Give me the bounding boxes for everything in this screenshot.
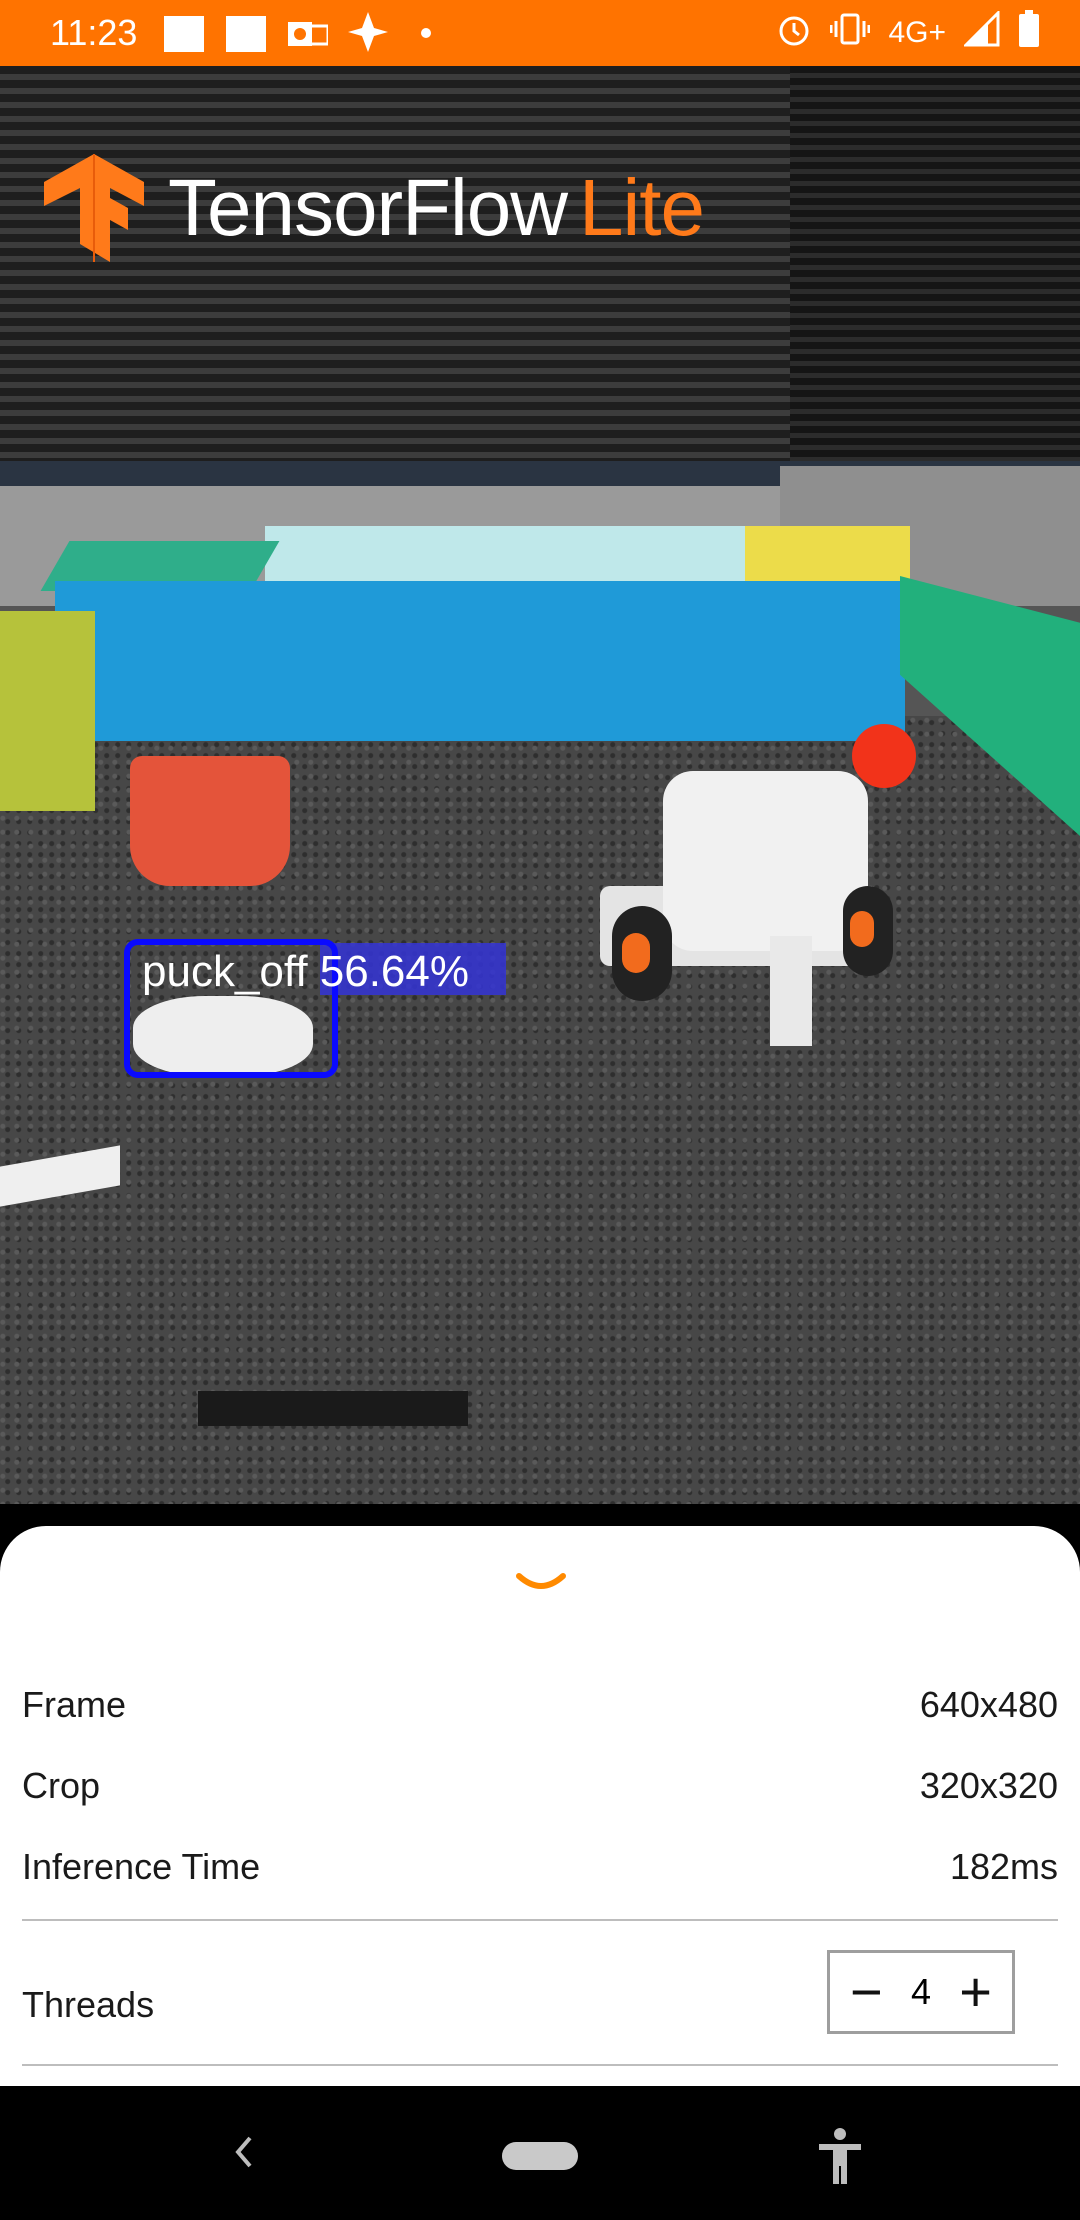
status-bar: 11:23 4G+ bbox=[0, 0, 1080, 66]
info-row-frame: Frame 640x480 bbox=[22, 1684, 1058, 1726]
info-label: Frame bbox=[22, 1684, 127, 1725]
threads-row: Threads bbox=[22, 1984, 422, 2026]
background-blinds-right bbox=[790, 66, 1080, 466]
battery-icon bbox=[1018, 10, 1040, 56]
info-value: 640x480 bbox=[919, 1684, 1058, 1725]
tensorflow-logo-icon bbox=[44, 154, 144, 262]
info-row-crop: Crop 320x320 bbox=[22, 1765, 1058, 1807]
robot-leg bbox=[770, 936, 812, 1046]
image-icon bbox=[164, 16, 204, 52]
threads-increment-button[interactable]: + bbox=[959, 1964, 992, 2020]
threads-value: 4 bbox=[910, 1971, 932, 2012]
status-time: 11:23 bbox=[50, 12, 138, 53]
threads-stepper[interactable]: − 4 + bbox=[827, 1950, 1015, 2034]
image-icon bbox=[226, 16, 266, 52]
orange-cylinder bbox=[130, 756, 290, 886]
divider bbox=[22, 1919, 1058, 1921]
accessibility-icon[interactable] bbox=[815, 2126, 865, 2186]
info-label: Crop bbox=[22, 1765, 101, 1806]
threads-decrement-button[interactable]: − bbox=[850, 1964, 883, 2020]
outlook-icon bbox=[288, 16, 330, 57]
robot-body bbox=[663, 771, 868, 951]
pen-wall-blue bbox=[55, 581, 905, 741]
alarm-icon bbox=[776, 11, 812, 55]
info-row-inference-time: Inference Time 182ms bbox=[22, 1846, 1058, 1888]
info-value: 182ms bbox=[949, 1846, 1058, 1887]
dot-icon bbox=[420, 26, 432, 44]
divider bbox=[22, 2064, 1058, 2066]
navigation-bar bbox=[0, 2086, 1080, 2220]
pen-wall-left bbox=[0, 611, 95, 811]
signal-icon bbox=[962, 9, 1000, 55]
logo-word-lite: Lite bbox=[579, 163, 705, 252]
logo-text: TensorFlow Lite bbox=[168, 162, 705, 254]
floor-strip bbox=[198, 1391, 468, 1426]
red-ball bbox=[852, 724, 916, 788]
robot-wheel-hub bbox=[622, 933, 650, 973]
pen-wall-yellow bbox=[745, 526, 910, 586]
info-label: Inference Time bbox=[22, 1846, 261, 1887]
pinwheel-icon bbox=[346, 10, 390, 59]
status-right: 4G+ bbox=[776, 9, 1040, 56]
bottom-sheet: Frame 640x480 Crop 320x320 Inference Tim… bbox=[0, 1526, 1080, 2086]
info-value: 320x320 bbox=[919, 1765, 1058, 1806]
back-icon[interactable] bbox=[222, 2124, 262, 2180]
detection-label: puck_off 56.64% bbox=[142, 947, 469, 996]
home-pill[interactable] bbox=[502, 2142, 578, 2170]
robot-wheel-hub bbox=[850, 911, 874, 947]
chevron-down-icon[interactable] bbox=[515, 1570, 567, 1598]
camera-preview: puck_off 56.64% TensorFlow Lite bbox=[0, 66, 1080, 1504]
app-logo: TensorFlow Lite bbox=[44, 154, 705, 262]
vibrate-icon bbox=[829, 11, 871, 55]
logo-word-tensorflow: TensorFlow bbox=[168, 163, 568, 252]
threads-label: Threads bbox=[22, 1984, 155, 2025]
pen-wall-back bbox=[265, 526, 745, 586]
network-type: 4G+ bbox=[888, 16, 946, 49]
